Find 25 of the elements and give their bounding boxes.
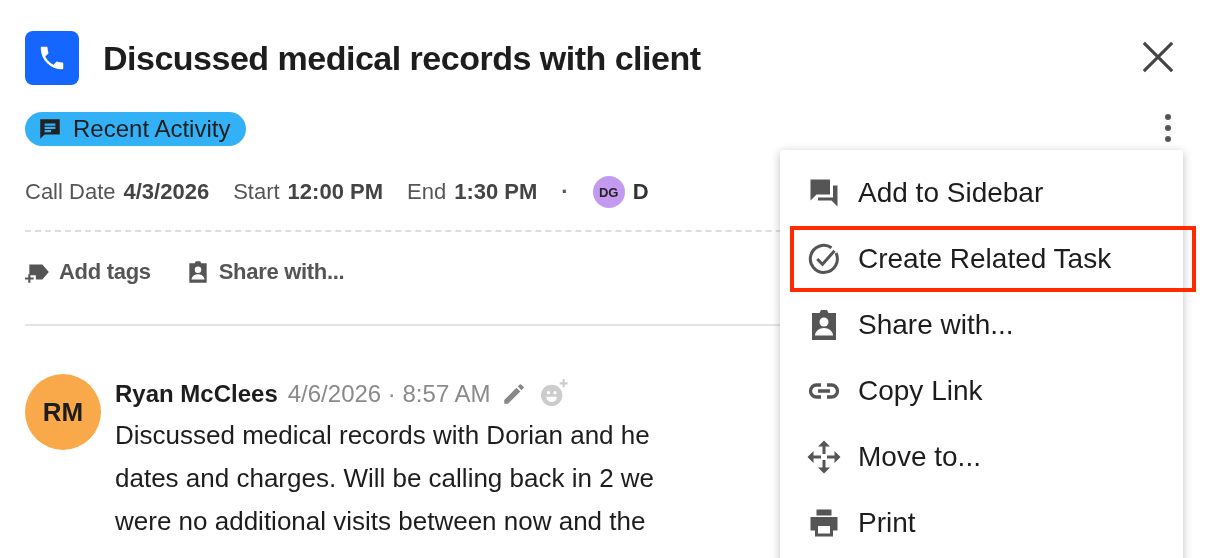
menu-item[interactable]: Add to Sidebar [790, 160, 1196, 226]
add-tags-button[interactable]: Add tags [25, 259, 151, 285]
menu-item[interactable]: Create Related Task [790, 226, 1196, 292]
comment-text: Discussed medical records with Dorian and he dates and charges. Will be calling back in 2 we were no additional visits between now and the [115, 419, 655, 538]
participant-avatar: DG [592, 176, 625, 208]
menu-item[interactable]: Share with... [790, 292, 1196, 358]
meta-value: 1:30 PM [454, 179, 538, 205]
comment-timestamp: 4/6/2026 · 8:57 AM [287, 380, 491, 408]
phone-icon [25, 31, 79, 85]
move-arrows-icon [806, 439, 842, 475]
meta-value: 4/3/2026 [123, 179, 210, 205]
user-avatar: RM [25, 374, 101, 450]
participant-name: D [632, 179, 649, 205]
author-name: Ryan McClees [115, 380, 278, 408]
share-button[interactable]: Share with... [184, 259, 345, 285]
separator-dot: · [561, 179, 569, 205]
menu-item[interactable]: Print [790, 490, 1196, 556]
menu-item[interactable]: Copy Link [790, 358, 1196, 424]
menu-item[interactable]: Move to... [790, 424, 1196, 490]
meta-label: End [407, 179, 447, 205]
meta-value: 12:00 PM [287, 179, 383, 205]
window-title: Discussed medical records with client [103, 38, 701, 78]
meta-label: Call Date [25, 179, 116, 205]
meta-label: Start [233, 179, 280, 205]
activity-tag: Recent Activity [25, 112, 247, 146]
